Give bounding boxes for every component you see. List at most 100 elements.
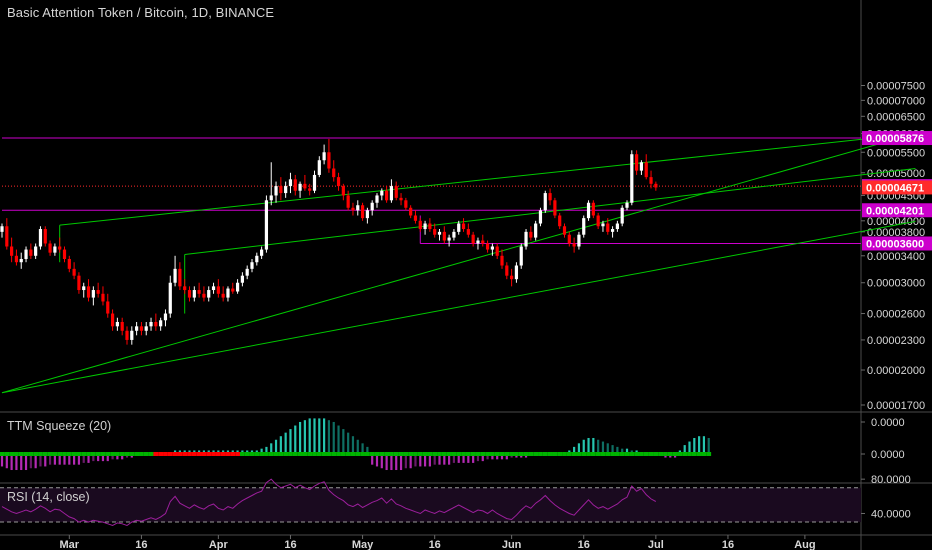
candle-body [317, 160, 321, 175]
squeeze-dot [422, 452, 428, 456]
candle-body [110, 313, 115, 327]
squeeze-dot [600, 452, 606, 456]
squeeze-dot [417, 452, 423, 456]
squeeze-dot [658, 452, 664, 456]
squeeze-dot [432, 452, 438, 456]
squeeze-dot [552, 452, 558, 456]
candle-body [385, 190, 389, 201]
price-marker-label: 0.00004201 [866, 205, 924, 217]
squeeze-dot [52, 452, 58, 456]
candle-body [351, 207, 355, 211]
price-tick-label: 0.00005500 [867, 147, 925, 159]
squeeze-dot [413, 452, 418, 456]
candle-body [0, 226, 4, 232]
squeeze-dot [408, 452, 414, 456]
price-tick-label: 0.00002000 [867, 365, 925, 377]
candle-body [106, 301, 110, 314]
squeeze-dot [398, 452, 404, 456]
squeeze-dot [215, 452, 221, 456]
squeeze-dot [634, 452, 640, 456]
squeeze-dot [57, 452, 63, 456]
candle-body [91, 290, 95, 298]
candle-body [135, 326, 139, 331]
squeeze-dot [211, 452, 216, 456]
squeeze-dot [682, 452, 688, 456]
squeeze-dot [38, 452, 43, 456]
candle-body [293, 179, 297, 191]
squeeze-dot [249, 452, 255, 456]
squeeze-dot [163, 452, 168, 456]
squeeze-dot [81, 452, 87, 456]
price-tick-label: 0.00002300 [867, 335, 925, 347]
candle-body [356, 205, 360, 211]
candle-body [452, 231, 456, 238]
squeeze-dot [701, 452, 707, 456]
candle-body [322, 152, 326, 161]
candle-body [360, 205, 365, 219]
squeeze-dot [542, 452, 548, 456]
candle-body [409, 207, 413, 216]
squeeze-dot [586, 452, 591, 456]
squeeze-dot [66, 452, 72, 456]
rsi-tick-label: 40.0000 [871, 508, 911, 520]
squeeze-dot [547, 452, 553, 456]
squeeze-dot [95, 452, 101, 456]
squeeze-dot [283, 452, 289, 456]
squeeze-dot [437, 452, 442, 456]
candle-body [380, 190, 384, 196]
squeeze-dot [465, 452, 471, 456]
squeeze-dot [691, 452, 697, 456]
squeeze-dot [129, 452, 135, 456]
time-tick-label: Jun [502, 539, 522, 550]
price-tick-label: 0.00007500 [867, 81, 925, 93]
candle-body [586, 202, 591, 219]
squeeze-dot [0, 452, 5, 456]
price-tick-label: 0.00001700 [867, 400, 925, 412]
candle-body [418, 220, 422, 230]
candle-body [67, 258, 71, 269]
price-marker-label: 0.00005876 [866, 133, 924, 145]
squeeze-dot [562, 452, 567, 456]
candle-body [269, 195, 273, 201]
squeeze-dot [148, 452, 154, 456]
squeeze-dot [278, 452, 284, 456]
candle-body [163, 313, 168, 321]
squeeze-dot [206, 452, 212, 456]
squeeze-dot [667, 452, 673, 456]
candle-body [62, 249, 67, 259]
candle-body [245, 268, 249, 276]
squeeze-dot [100, 452, 106, 456]
candle-body [510, 275, 514, 280]
candle-body [226, 288, 230, 298]
squeeze-dot [254, 452, 260, 456]
chart[interactable]: 0.000075000.000070000.000065000.00006000… [0, 0, 932, 550]
squeeze-dot [350, 452, 356, 456]
candle-body [558, 215, 562, 227]
squeeze-dot [499, 452, 505, 456]
candle-body [221, 293, 225, 298]
candle-body [327, 152, 331, 169]
candle-body [389, 186, 394, 201]
squeeze-dot [475, 452, 481, 456]
candle-body [34, 246, 38, 256]
time-tick-label: 16 [135, 539, 147, 550]
candle-body [197, 290, 201, 294]
squeeze-dot [696, 452, 702, 456]
squeeze-dot [273, 452, 279, 456]
candle-body [274, 186, 278, 196]
candle-body [476, 240, 480, 244]
squeeze-dot [624, 452, 630, 456]
chart-canvas[interactable]: 0.000075000.000070000.000065000.00006000… [0, 0, 932, 550]
candle-body [481, 240, 485, 244]
candle-body [332, 168, 336, 178]
squeeze-dot [307, 452, 313, 456]
candle-body [96, 290, 100, 294]
candle-body [53, 246, 57, 253]
squeeze-dot [345, 452, 351, 456]
time-tick-label: 16 [578, 539, 590, 550]
squeeze-dot [264, 452, 269, 456]
candle-body [490, 246, 494, 250]
candle-body [125, 330, 129, 340]
squeeze-dot [201, 452, 207, 456]
squeeze-dot [384, 452, 390, 456]
